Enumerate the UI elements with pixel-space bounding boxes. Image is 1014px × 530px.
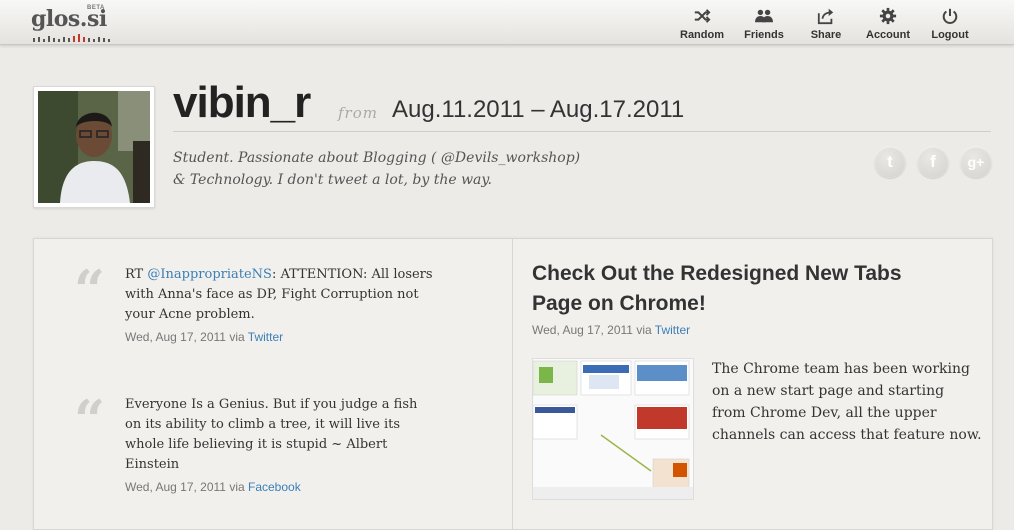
post-body: The Chrome team has been working on a ne… bbox=[712, 361, 982, 443]
quote-text: RT @InappropriateNS: ATTENTION: All lose… bbox=[125, 265, 434, 325]
quote-via: via bbox=[229, 480, 245, 494]
source-link[interactable]: Facebook bbox=[248, 480, 301, 494]
twitter-icon[interactable]: t bbox=[874, 146, 906, 178]
post-source-link[interactable]: Twitter bbox=[655, 323, 690, 337]
profile-divider bbox=[173, 131, 991, 132]
quote-text: Everyone Is a Genius. But if you judge a… bbox=[125, 397, 418, 472]
logo[interactable]: glos.si BETA bbox=[31, 5, 110, 42]
nav-share[interactable]: Share bbox=[795, 6, 857, 41]
date-range: Aug.11.2011 – Aug.17.2011 bbox=[392, 96, 685, 123]
post-title[interactable]: Check Out the Redesigned New Tabs Page o… bbox=[532, 259, 952, 319]
post-meta: Wed, Aug 17, 2011 via Twitter bbox=[532, 323, 690, 337]
gear-icon bbox=[879, 7, 897, 25]
social-links: t f g+ bbox=[863, 146, 992, 178]
friends-icon bbox=[755, 9, 773, 23]
quote-mark-icon: “ bbox=[74, 258, 106, 322]
content-panel: “ RT @InappropriateNS: ATTENTION: All lo… bbox=[33, 238, 993, 530]
google-plus-icon[interactable]: g+ bbox=[960, 146, 992, 178]
nav-random-label: Random bbox=[680, 29, 724, 41]
nav-friends[interactable]: Friends bbox=[733, 6, 795, 41]
quote-item: “ RT @InappropriateNS: ATTENTION: All lo… bbox=[74, 258, 434, 344]
quote-date: Wed, Aug 17, 2011 bbox=[125, 330, 226, 344]
power-icon bbox=[942, 8, 958, 24]
bio-line-1: Student. Passionate about Blogging ( @De… bbox=[173, 150, 581, 166]
nav-logout-label: Logout bbox=[931, 29, 969, 41]
bio-line-2: & Technology. I don't tweet a lot, by th… bbox=[173, 172, 492, 188]
facebook-icon[interactable]: f bbox=[917, 146, 949, 178]
profile-bio: Student. Passionate about Blogging ( @De… bbox=[173, 147, 593, 191]
chrome-newtab-screenshot bbox=[533, 359, 693, 499]
nav-share-label: Share bbox=[810, 29, 842, 41]
source-link[interactable]: Twitter bbox=[248, 330, 283, 344]
quote-via: via bbox=[229, 330, 245, 344]
post-thumbnail[interactable] bbox=[532, 358, 694, 500]
quote-meta: Wed, Aug 17, 2011 via Facebook bbox=[125, 480, 434, 494]
main-nav: Random Friends Share Account Logout bbox=[671, 6, 981, 41]
beta-badge: BETA bbox=[87, 5, 105, 11]
post-date: Wed, Aug 17, 2011 bbox=[532, 323, 633, 337]
nav-account-label: Account bbox=[866, 29, 910, 41]
quote-mark-icon: “ bbox=[74, 388, 106, 452]
logo-bars-icon bbox=[33, 34, 110, 42]
nav-random[interactable]: Random bbox=[671, 6, 733, 41]
quote-meta: Wed, Aug 17, 2011 via Twitter bbox=[125, 330, 434, 344]
profile-username: vibin_r bbox=[173, 78, 311, 127]
from-label: from bbox=[338, 104, 378, 122]
quote-prefix: RT bbox=[125, 267, 148, 282]
avatar-photo bbox=[38, 91, 150, 203]
nav-friends-label: Friends bbox=[744, 29, 784, 41]
nav-logout[interactable]: Logout bbox=[919, 6, 981, 41]
mention-link[interactable]: @InappropriateNS bbox=[147, 267, 272, 282]
shuffle-icon bbox=[694, 9, 711, 23]
top-bar: glos.si BETA Random Friends Share Accoun… bbox=[0, 0, 1014, 45]
nav-account[interactable]: Account bbox=[857, 6, 919, 41]
share-icon bbox=[817, 8, 834, 25]
avatar[interactable] bbox=[38, 91, 150, 203]
avatar-frame bbox=[33, 86, 155, 208]
quote-item: “ Everyone Is a Genius. But if you judge… bbox=[74, 388, 434, 494]
column-divider bbox=[512, 239, 513, 529]
quote-date: Wed, Aug 17, 2011 bbox=[125, 480, 226, 494]
post-via: via bbox=[636, 323, 652, 337]
